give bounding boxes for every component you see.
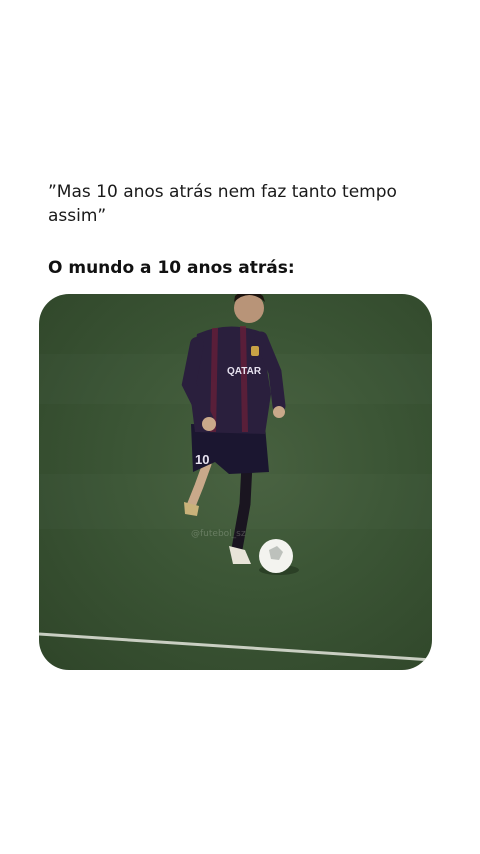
player-left-hand [202,417,216,431]
post-text-block: ”Mas 10 anos atrás nem faz tanto tempo a… [48,180,432,280]
football-scene: QATAR 10 @futebol_sz [39,294,432,662]
player-shirt-stripe [210,327,218,433]
pitch-stripe [39,474,432,529]
post-quote: ”Mas 10 anos atrás nem faz tanto tempo a… [48,182,397,226]
shirt-crest [251,346,259,356]
player-shirt-stripe [240,325,248,433]
football [259,539,299,575]
touchline [39,632,432,662]
player-right-hand [273,406,285,418]
video-frame[interactable]: QATAR 10 @futebol_sz [39,294,432,670]
shorts-number: 10 [195,452,209,467]
video-watermark: @futebol_sz [191,529,246,539]
shirt-sponsor: QATAR [227,366,262,377]
post-subheading: O mundo a 10 anos atrás: [48,258,295,278]
